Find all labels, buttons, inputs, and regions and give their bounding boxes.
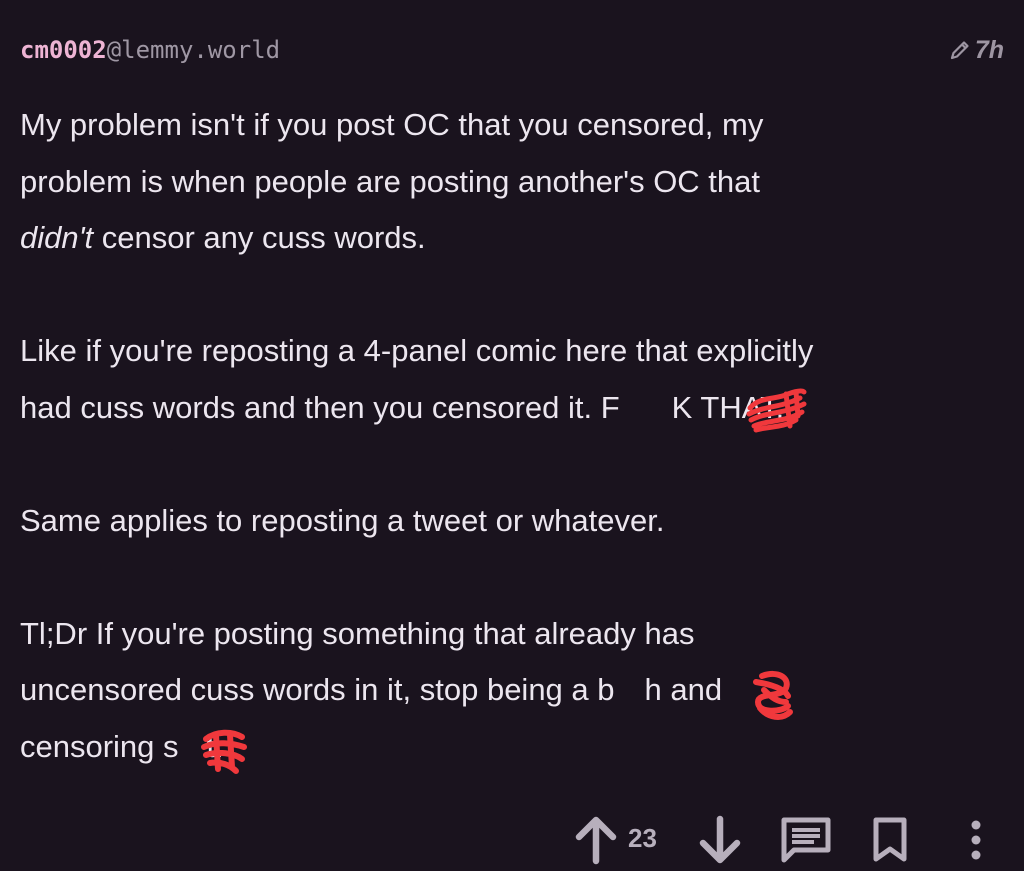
body-line: had cuss words and then you censored it.…: [20, 389, 785, 425]
bookmark-icon: [871, 817, 909, 863]
author-instance[interactable]: @lemmy.world: [107, 36, 280, 64]
more-vertical-icon: [970, 818, 982, 862]
author-name[interactable]: cm0002: [20, 36, 107, 64]
comment-icon: [780, 816, 832, 864]
body-line: Like if you're reposting a 4-panel comic…: [20, 333, 814, 368]
score-count: 23: [628, 823, 657, 853]
comment-header: cm0002@lemmy.world 7h: [20, 34, 1004, 68]
pencil-icon: [949, 39, 971, 61]
reply-button[interactable]: [778, 812, 834, 868]
author-link[interactable]: cm0002@lemmy.world: [20, 34, 280, 66]
body-line: problem is when people are posting anoth…: [20, 163, 761, 199]
body-line: Same applies to reposting a tweet or wha…: [20, 502, 665, 538]
body-line: didn't censor any cuss words.: [20, 220, 426, 255]
body-line: uncensored cuss words in it, stop being …: [20, 672, 723, 707]
downvote-button[interactable]: [696, 812, 744, 868]
emphasis-text: didn't: [20, 220, 94, 255]
arrow-down-icon: [698, 815, 742, 865]
comment-card: cm0002@lemmy.world 7h My problem isn't i…: [0, 0, 1024, 871]
edited-indicator: 7h: [949, 34, 1004, 66]
comment-time: 7h: [974, 36, 1004, 64]
arrow-up-icon: [574, 815, 618, 865]
comment-body: My problem isn't if you post OC that you…: [20, 97, 1010, 775]
body-line: censoring s t.: [20, 728, 224, 764]
more-options-button[interactable]: [956, 812, 996, 868]
save-button[interactable]: [866, 812, 914, 868]
upvote-button[interactable]: [572, 812, 620, 868]
comment-actions: [0, 812, 1024, 868]
body-line: My problem isn't if you post OC that you…: [20, 107, 764, 142]
body-line: Tl;Dr If you're posting something that a…: [20, 615, 695, 651]
